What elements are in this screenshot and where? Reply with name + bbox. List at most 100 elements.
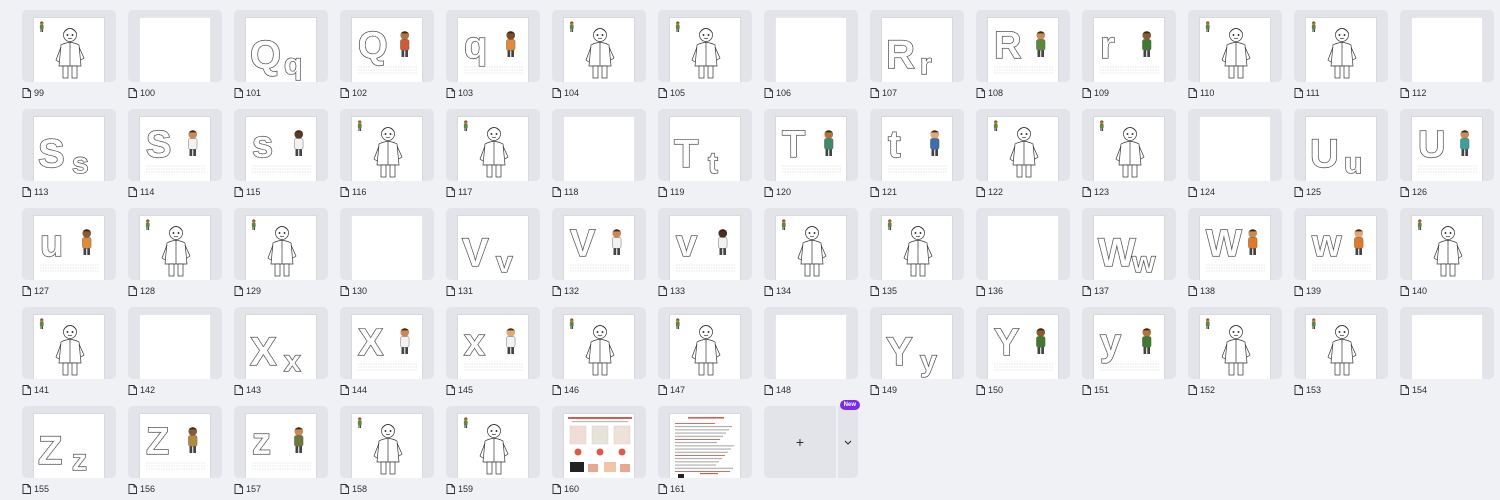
page-preview[interactable]: T Tt t: [658, 109, 752, 181]
page-preview[interactable]: x x: [446, 307, 540, 379]
page-thumbnail-109[interactable]: r r 109: [1082, 10, 1176, 109]
page-thumbnail-103[interactable]: q q 103: [446, 10, 540, 109]
page-preview[interactable]: [658, 10, 752, 82]
page-preview[interactable]: Y Yy y: [870, 307, 964, 379]
page-thumbnail-120[interactable]: T T 120: [764, 109, 858, 208]
page-thumbnail-123[interactable]: 123: [1082, 109, 1176, 208]
page-thumbnail-147[interactable]: 147: [658, 307, 752, 406]
page-thumbnail-101[interactable]: Q Qq q 101: [234, 10, 328, 109]
page-preview[interactable]: [658, 307, 752, 379]
page-thumbnail-135[interactable]: 135: [870, 208, 964, 307]
page-thumbnail-149[interactable]: Y Yy y 149: [870, 307, 964, 406]
page-thumbnail-134[interactable]: 134: [764, 208, 858, 307]
page-thumbnail-141[interactable]: 141: [22, 307, 116, 406]
page-preview[interactable]: [764, 208, 858, 280]
page-thumbnail-124[interactable]: 124: [1188, 109, 1282, 208]
page-preview[interactable]: [446, 109, 540, 181]
page-thumbnail-99[interactable]: 99: [22, 10, 116, 109]
page-thumbnail-159[interactable]: 159: [446, 406, 540, 500]
page-preview[interactable]: W W: [1188, 208, 1282, 280]
page-thumbnail-157[interactable]: z z 157: [234, 406, 328, 500]
page-preview[interactable]: [1188, 307, 1282, 379]
add-page-button[interactable]: +: [764, 406, 836, 478]
page-preview[interactable]: [340, 109, 434, 181]
page-preview[interactable]: S S: [128, 109, 222, 181]
page-thumbnail-126[interactable]: U U 126: [1400, 109, 1494, 208]
page-thumbnail-133[interactable]: v v 133: [658, 208, 752, 307]
page-thumbnail-148[interactable]: 148: [764, 307, 858, 406]
page-preview[interactable]: T T: [764, 109, 858, 181]
page-thumbnail-112[interactable]: 112: [1400, 10, 1494, 109]
page-preview[interactable]: [976, 208, 1070, 280]
page-preview[interactable]: [552, 307, 646, 379]
page-thumbnail-115[interactable]: s s 115: [234, 109, 328, 208]
page-thumbnail-127[interactable]: u u 127: [22, 208, 116, 307]
page-thumbnail-138[interactable]: W W 138: [1188, 208, 1282, 307]
page-preview[interactable]: S Ss s: [22, 109, 116, 181]
page-preview[interactable]: r r: [1082, 10, 1176, 82]
page-thumbnail-125[interactable]: U Uu u 125: [1294, 109, 1388, 208]
page-preview[interactable]: X X: [340, 307, 434, 379]
page-preview[interactable]: [1400, 208, 1494, 280]
page-preview[interactable]: q q: [446, 10, 540, 82]
page-preview[interactable]: [1400, 10, 1494, 82]
page-preview[interactable]: [764, 307, 858, 379]
page-preview[interactable]: [446, 406, 540, 478]
page-preview[interactable]: [340, 406, 434, 478]
page-thumbnail-116[interactable]: 116: [340, 109, 434, 208]
page-thumbnail-121[interactable]: t t 121: [870, 109, 964, 208]
page-thumbnail-150[interactable]: Y Y 150: [976, 307, 1070, 406]
page-thumbnail-118[interactable]: 118: [552, 109, 646, 208]
add-page-options-button[interactable]: [838, 406, 858, 478]
page-thumbnail-144[interactable]: X X 144: [340, 307, 434, 406]
page-preview[interactable]: [128, 307, 222, 379]
page-thumbnail-100[interactable]: 100: [128, 10, 222, 109]
page-thumbnail-119[interactable]: T Tt t 119: [658, 109, 752, 208]
page-preview[interactable]: Q Q: [340, 10, 434, 82]
page-thumbnail-153[interactable]: 153: [1294, 307, 1388, 406]
page-preview[interactable]: Q Qq q: [234, 10, 328, 82]
page-preview[interactable]: U Uu u: [1294, 109, 1388, 181]
page-thumbnail-110[interactable]: 110: [1188, 10, 1282, 109]
page-thumbnail-137[interactable]: W Ww w 137: [1082, 208, 1176, 307]
page-thumbnail-131[interactable]: V Vv v 131: [446, 208, 540, 307]
page-thumbnail-129[interactable]: 129: [234, 208, 328, 307]
page-preview[interactable]: u u: [22, 208, 116, 280]
page-preview[interactable]: U U: [1400, 109, 1494, 181]
page-preview[interactable]: [1400, 307, 1494, 379]
page-thumbnail-104[interactable]: 104: [552, 10, 646, 109]
page-thumbnail-114[interactable]: S S 114: [128, 109, 222, 208]
page-thumbnail-156[interactable]: Z Z 156: [128, 406, 222, 500]
page-thumbnail-152[interactable]: 152: [1188, 307, 1282, 406]
page-preview[interactable]: [22, 307, 116, 379]
page-preview[interactable]: V V: [552, 208, 646, 280]
page-preview[interactable]: X Xx x: [234, 307, 328, 379]
page-preview[interactable]: [870, 208, 964, 280]
page-thumbnail-113[interactable]: S Ss s 113: [22, 109, 116, 208]
page-preview[interactable]: [976, 109, 1070, 181]
page-preview[interactable]: W Ww w: [1082, 208, 1176, 280]
page-preview[interactable]: V Vv v: [446, 208, 540, 280]
page-preview[interactable]: y y: [1082, 307, 1176, 379]
page-preview[interactable]: [1294, 10, 1388, 82]
page-preview[interactable]: s s: [234, 109, 328, 181]
page-thumbnail-160[interactable]: 160: [552, 406, 646, 500]
page-preview[interactable]: [128, 208, 222, 280]
page-thumbnail-136[interactable]: 136: [976, 208, 1070, 307]
page-thumbnail-154[interactable]: 154: [1400, 307, 1494, 406]
page-thumbnail-117[interactable]: 117: [446, 109, 540, 208]
page-thumbnail-122[interactable]: 122: [976, 109, 1070, 208]
page-thumbnail-128[interactable]: 128: [128, 208, 222, 307]
page-preview[interactable]: [340, 208, 434, 280]
page-preview[interactable]: [764, 10, 858, 82]
page-preview[interactable]: [1188, 10, 1282, 82]
page-thumbnail-105[interactable]: 105: [658, 10, 752, 109]
page-thumbnail-102[interactable]: Q Q 102: [340, 10, 434, 109]
page-preview[interactable]: z z: [234, 406, 328, 478]
page-thumbnail-130[interactable]: 130: [340, 208, 434, 307]
page-thumbnail-158[interactable]: 158: [340, 406, 434, 500]
page-preview[interactable]: [552, 406, 646, 478]
page-preview[interactable]: [1294, 307, 1388, 379]
page-preview[interactable]: [658, 406, 752, 478]
page-thumbnail-140[interactable]: 140: [1400, 208, 1494, 307]
